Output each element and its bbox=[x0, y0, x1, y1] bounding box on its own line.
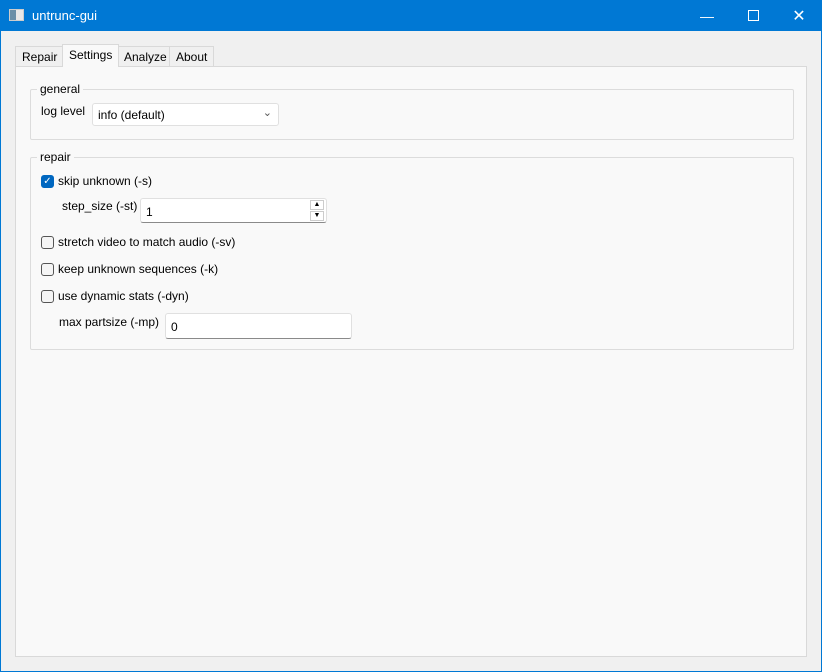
general-group: general log level info (default) ⌄ bbox=[30, 82, 794, 140]
minimize-icon: — bbox=[700, 7, 714, 24]
chevron-down-icon: ⌄ bbox=[262, 107, 272, 119]
settings-pane: general log level info (default) ⌄ repai… bbox=[15, 66, 807, 657]
tab-analyze[interactable]: Analyze bbox=[117, 46, 174, 67]
close-button[interactable]: ✕ bbox=[776, 0, 822, 31]
stretch-video-checkbox[interactable] bbox=[41, 236, 54, 249]
dynamic-stats-label: use dynamic stats (-dyn) bbox=[58, 289, 189, 303]
skip-unknown-checkbox[interactable]: ✓ bbox=[41, 175, 54, 188]
log-level-value: info (default) bbox=[98, 108, 165, 122]
title-bar: untrunc-gui — ✕ bbox=[0, 0, 822, 31]
keep-unknown-label: keep unknown sequences (-k) bbox=[58, 262, 219, 276]
step-size-label: step_size (-st) bbox=[62, 199, 138, 213]
dynamic-stats-checkbox[interactable] bbox=[41, 290, 54, 303]
check-icon: ✓ bbox=[43, 176, 52, 187]
step-size-value: 1 bbox=[146, 205, 153, 219]
keep-unknown-checkbox[interactable] bbox=[41, 263, 54, 276]
max-partsize-input[interactable]: 0 bbox=[165, 313, 352, 339]
window-title: untrunc-gui bbox=[32, 8, 98, 23]
close-icon: ✕ bbox=[792, 7, 806, 25]
stretch-video-label: stretch video to match audio (-sv) bbox=[58, 235, 236, 249]
log-level-select[interactable]: info (default) ⌄ bbox=[92, 103, 279, 126]
tab-settings[interactable]: Settings bbox=[62, 44, 120, 67]
minimize-button[interactable]: — bbox=[684, 0, 730, 31]
repair-group-title: repair bbox=[37, 150, 74, 164]
spin-down-button[interactable]: ▼ bbox=[310, 211, 324, 221]
repair-group: repair ✓ skip unknown (-s) step_size (-s… bbox=[30, 150, 794, 350]
general-group-title: general bbox=[37, 82, 84, 96]
tab-repair[interactable]: Repair bbox=[15, 46, 65, 67]
max-partsize-value: 0 bbox=[171, 320, 178, 334]
maximize-icon bbox=[747, 10, 759, 21]
spin-up-button[interactable]: ▲ bbox=[310, 200, 324, 210]
app-icon bbox=[9, 9, 24, 21]
tab-label: Analyze bbox=[124, 50, 167, 64]
tab-label: Repair bbox=[22, 50, 58, 64]
tab-label: Settings bbox=[69, 48, 113, 62]
max-partsize-label: max partsize (-mp) bbox=[59, 315, 160, 329]
maximize-button[interactable] bbox=[730, 0, 776, 31]
tab-label: About bbox=[176, 50, 208, 64]
step-size-spinbox[interactable]: 1 ▲ ▼ bbox=[140, 198, 327, 223]
skip-unknown-label: skip unknown (-s) bbox=[58, 174, 153, 188]
log-level-label: log level bbox=[41, 104, 86, 118]
tab-about[interactable]: About bbox=[169, 46, 215, 67]
